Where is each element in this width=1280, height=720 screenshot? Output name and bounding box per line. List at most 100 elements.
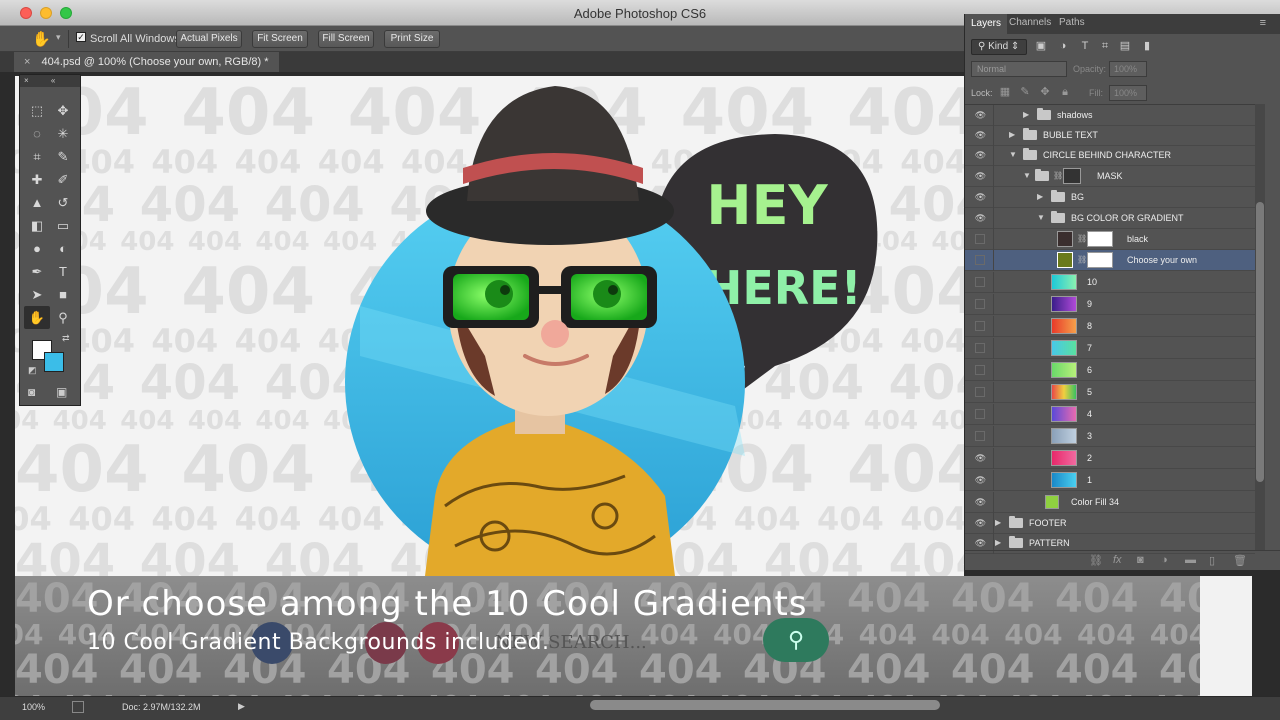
visibility-eye-icon[interactable]: 👁︎: [974, 150, 987, 160]
layer-row[interactable]: 9: [965, 294, 1255, 315]
visibility-toggle-off[interactable]: [975, 277, 985, 287]
layer-row[interactable]: 👁︎ 1: [965, 470, 1255, 491]
layer-row[interactable]: 👁︎ ▼ ⛓ MASK: [965, 166, 1255, 187]
layer-row[interactable]: 👁︎ ▶ FOOTER: [965, 513, 1255, 534]
gradient-thumbnail[interactable]: [1051, 428, 1077, 444]
marquee-tool-icon[interactable]: ⬚: [24, 99, 50, 122]
filter-pixel-icon[interactable]: ▣: [1035, 40, 1047, 52]
filter-smart-object-icon[interactable]: ▤: [1119, 40, 1131, 52]
visibility-toggle-off[interactable]: [975, 343, 985, 353]
filter-adjustment-icon[interactable]: ◑: [1057, 40, 1069, 52]
gradient-thumbnail[interactable]: [1051, 318, 1077, 334]
visibility-eye-icon[interactable]: 👁︎: [974, 475, 987, 485]
tools-panel-header[interactable]: × «: [20, 75, 80, 87]
brush-tool-icon[interactable]: ✐: [50, 168, 76, 191]
gradient-thumbnail[interactable]: [1051, 296, 1077, 312]
visibility-eye-icon[interactable]: 👁︎: [974, 453, 987, 463]
gradient-thumbnail[interactable]: [1051, 472, 1077, 488]
visibility-eye-icon[interactable]: 👁︎: [974, 130, 987, 140]
layer-row[interactable]: 8: [965, 316, 1255, 337]
path-selection-tool-icon[interactable]: ➤: [24, 283, 50, 306]
gradient-thumbnail[interactable]: [1051, 362, 1077, 378]
lock-all-icon[interactable]: 🔒︎: [1059, 86, 1071, 98]
expand-arrow-icon[interactable]: ▶: [1009, 130, 1015, 139]
link-icon[interactable]: ⛓: [1053, 171, 1063, 180]
gradient-thumbnail[interactable]: [1051, 384, 1077, 400]
zoom-level[interactable]: 100%: [22, 702, 45, 712]
filter-type-icon[interactable]: T: [1079, 40, 1091, 52]
move-tool-icon[interactable]: ✥: [50, 99, 76, 122]
visibility-eye-icon[interactable]: 👁︎: [974, 171, 987, 181]
lock-image-icon[interactable]: ✎: [1019, 86, 1031, 98]
visibility-eye-icon[interactable]: 👁︎: [974, 538, 987, 548]
background-color-swatch[interactable]: [44, 352, 64, 372]
proof-icon[interactable]: [72, 701, 84, 713]
visibility-toggle-off[interactable]: [975, 387, 985, 397]
lasso-tool-icon[interactable]: ◌: [24, 122, 50, 145]
layers-scrollbar-thumb[interactable]: [1256, 202, 1264, 482]
swap-colors-icon[interactable]: ⇄: [62, 333, 70, 344]
expand-arrow-icon[interactable]: ▶: [995, 538, 1001, 547]
lock-position-icon[interactable]: ✥: [1039, 86, 1051, 98]
fit-screen-button[interactable]: Fit Screen: [252, 30, 308, 48]
tool-preset-dropdown[interactable]: ▾: [56, 32, 61, 43]
scroll-all-windows-checkbox[interactable]: ✓: [76, 32, 86, 42]
visibility-toggle-off[interactable]: [975, 431, 985, 441]
default-colors-icon[interactable]: ◩: [28, 365, 37, 376]
actual-pixels-button[interactable]: Actual Pixels: [176, 30, 242, 48]
healing-brush-tool-icon[interactable]: ✚: [24, 168, 50, 191]
layer-row[interactable]: 6: [965, 360, 1255, 381]
filter-shape-icon[interactable]: ⌗: [1099, 40, 1111, 52]
mask-thumbnail[interactable]: [1087, 252, 1113, 268]
status-menu-arrow-icon[interactable]: ▶: [238, 701, 245, 712]
opacity-field[interactable]: 100%: [1109, 61, 1147, 77]
expand-arrow-icon[interactable]: ▶: [1037, 192, 1043, 201]
screen-mode-icon[interactable]: ▣: [56, 385, 67, 399]
new-group-icon[interactable]: ▬: [1185, 554, 1196, 566]
link-layers-icon[interactable]: ⛓: [1089, 554, 1103, 567]
layer-row[interactable]: 7: [965, 338, 1255, 359]
eyedropper-tool-icon[interactable]: ✎: [50, 145, 76, 168]
visibility-eye-icon[interactable]: 👁︎: [974, 192, 987, 202]
tab-paths[interactable]: Paths: [1059, 17, 1085, 28]
layer-row[interactable]: 👁︎ Color Fill 34: [965, 492, 1255, 513]
layer-row[interactable]: 3: [965, 426, 1255, 447]
layer-row[interactable]: ⛓ black: [965, 229, 1255, 250]
add-mask-icon[interactable]: ◙: [1137, 554, 1144, 566]
gradient-thumbnail[interactable]: [1051, 406, 1077, 422]
visibility-toggle-off[interactable]: [975, 234, 985, 244]
collapse-arrow-icon[interactable]: ▼: [1023, 171, 1031, 180]
fill-screen-button[interactable]: Fill Screen: [318, 30, 374, 48]
tab-channels[interactable]: Channels: [1009, 17, 1051, 28]
hand-tool-icon[interactable]: ✋: [32, 30, 51, 48]
shape-tool-icon[interactable]: ■: [50, 283, 76, 306]
gradient-tool-icon[interactable]: ▭: [50, 214, 76, 237]
magic-wand-tool-icon[interactable]: ✳: [50, 122, 76, 145]
visibility-toggle-off[interactable]: [975, 321, 985, 331]
layer-row-selected[interactable]: ⛓ Choose your own: [965, 250, 1255, 271]
close-tab-icon[interactable]: ×: [24, 56, 30, 68]
layer-row[interactable]: 10: [965, 272, 1255, 293]
delete-layer-icon[interactable]: 🗑︎: [1233, 554, 1247, 567]
pen-tool-icon[interactable]: ✒: [24, 260, 50, 283]
collapse-arrow-icon[interactable]: ▼: [1009, 150, 1017, 159]
layer-row[interactable]: 👁︎ ▶ shadows: [965, 105, 1255, 126]
history-brush-tool-icon[interactable]: ↺: [50, 191, 76, 214]
document-tab[interactable]: × 404.psd @ 100% (Choose your own, RGB/8…: [14, 52, 279, 72]
fx-icon[interactable]: fx: [1113, 554, 1122, 566]
fill-thumbnail[interactable]: [1057, 252, 1073, 268]
visibility-eye-icon[interactable]: 👁︎: [974, 110, 987, 120]
lock-transparent-icon[interactable]: ▦: [999, 86, 1011, 98]
layers-scrollbar[interactable]: [1255, 104, 1265, 550]
layer-row[interactable]: 👁︎ ▶ BG: [965, 187, 1255, 208]
link-icon[interactable]: ⛓: [1077, 234, 1087, 243]
visibility-toggle-off[interactable]: [975, 409, 985, 419]
link-icon[interactable]: ⛓: [1077, 255, 1087, 264]
mask-thumbnail[interactable]: [1087, 231, 1113, 247]
zoom-tool-icon[interactable]: ⚲: [50, 306, 76, 329]
blend-mode-dropdown[interactable]: Normal: [971, 61, 1067, 77]
print-size-button[interactable]: Print Size: [384, 30, 440, 48]
quick-mask-icon[interactable]: ◙: [28, 385, 35, 399]
layer-row[interactable]: 5: [965, 382, 1255, 403]
gradient-thumbnail[interactable]: [1051, 340, 1077, 356]
